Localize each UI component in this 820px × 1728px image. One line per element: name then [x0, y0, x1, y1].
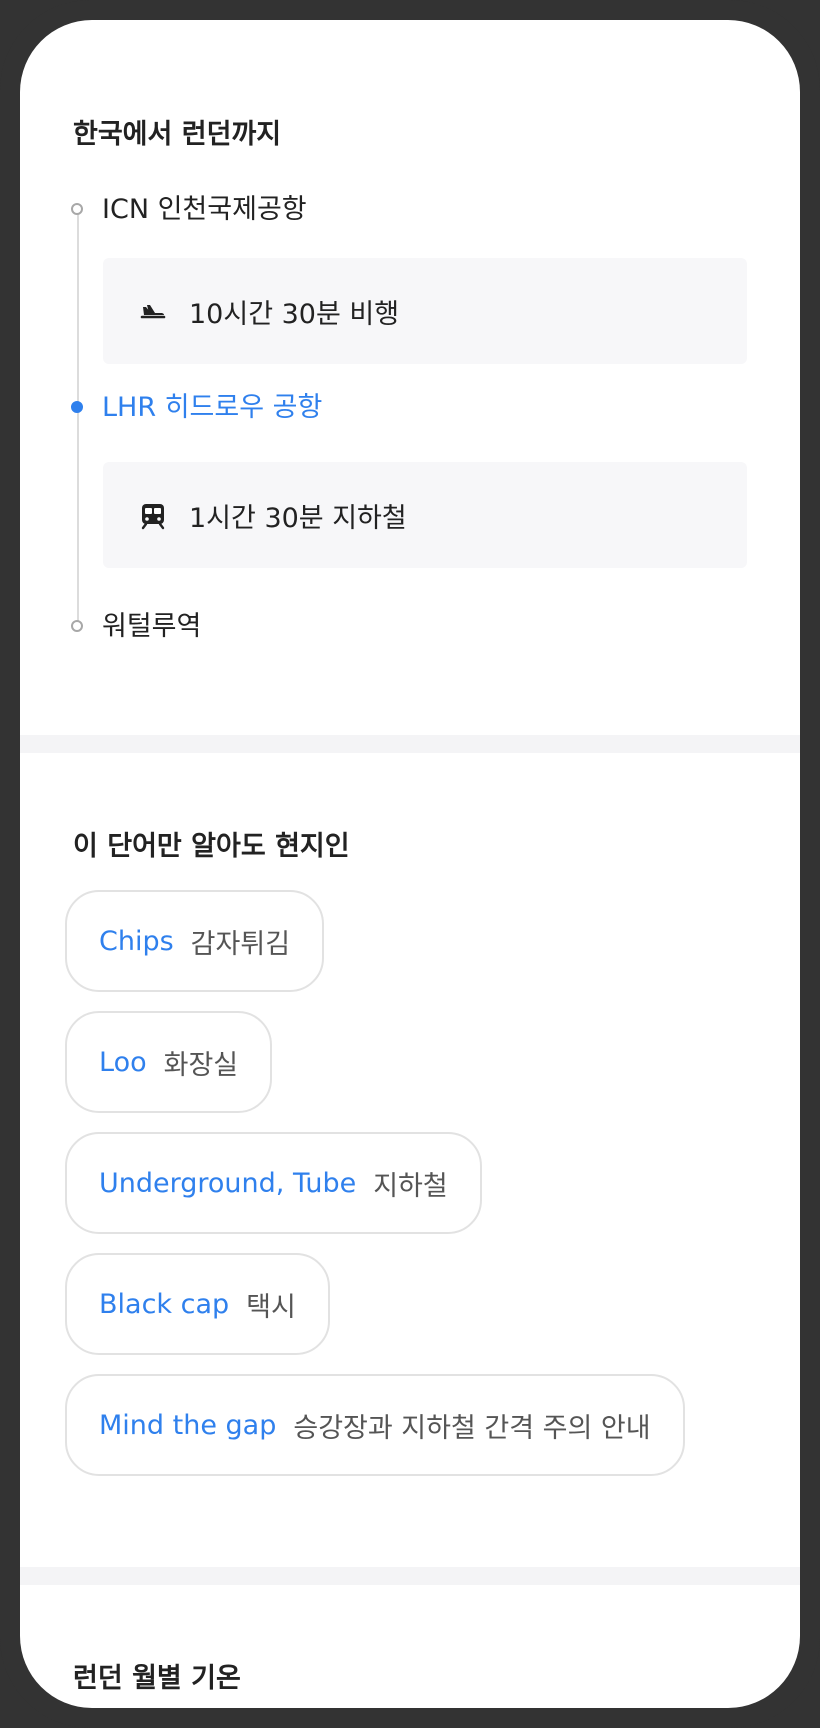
- stop-dot-origin: [71, 203, 83, 215]
- stop-label-destination: 워털루역: [102, 611, 202, 642]
- word-chip[interactable]: Loo 화장실: [65, 1011, 273, 1113]
- screen: 한국에서 런던까지 ICN 인천국제공항 10시간 30분 비행 LHR 히드로…: [20, 20, 800, 1708]
- stop-dot-destination: [71, 620, 83, 632]
- leg-subway-text: 1시간 30분 지하철: [189, 503, 407, 534]
- airplane-landing-icon: [140, 305, 166, 319]
- stop-label-origin: ICN 인천국제공항: [102, 194, 307, 225]
- leg-flight-card: 10시간 30분 비행: [103, 258, 747, 364]
- leg-flight-text: 10시간 30분 비행: [189, 299, 400, 330]
- word-chip[interactable]: Underground, Tube 지하철: [65, 1132, 482, 1234]
- stop-label-transfer: LHR 히드로우 공항: [102, 392, 323, 423]
- stop-dot-transfer: [71, 401, 83, 413]
- word-english: Underground, Tube: [99, 1167, 357, 1199]
- route-section-title: 한국에서 런던까지: [73, 119, 282, 150]
- words-section-title: 이 단어만 알아도 현지인: [73, 831, 350, 862]
- word-korean: 택시: [246, 1291, 296, 1323]
- weather-section-title: 런던 월별 기온: [73, 1663, 241, 1694]
- section-divider: [20, 1567, 800, 1585]
- word-korean: 승강장과 지하철 간격 주의 안내: [293, 1412, 651, 1444]
- subway-train-icon: [141, 504, 165, 530]
- route-timeline-line: [77, 208, 79, 628]
- device-frame: 한국에서 런던까지 ICN 인천국제공항 10시간 30분 비행 LHR 히드로…: [0, 0, 820, 1728]
- leg-subway-card: 1시간 30분 지하철: [103, 462, 747, 568]
- word-english: Chips: [99, 925, 174, 957]
- word-english: Mind the gap: [99, 1409, 277, 1441]
- route-section: 한국에서 런던까지 ICN 인천국제공항 10시간 30분 비행 LHR 히드로…: [20, 20, 800, 680]
- word-chip[interactable]: Chips 감자튀김: [65, 890, 325, 992]
- word-english: Black cap: [99, 1288, 230, 1320]
- word-english: Loo: [99, 1046, 147, 1078]
- word-chip[interactable]: Mind the gap 승강장과 지하철 간격 주의 안내: [65, 1374, 685, 1476]
- section-divider: [20, 735, 800, 753]
- word-korean: 감자튀김: [190, 928, 291, 960]
- word-korean: 화장실: [163, 1049, 239, 1081]
- word-korean: 지하철: [373, 1170, 448, 1202]
- word-chip[interactable]: Black cap 택시: [65, 1253, 330, 1355]
